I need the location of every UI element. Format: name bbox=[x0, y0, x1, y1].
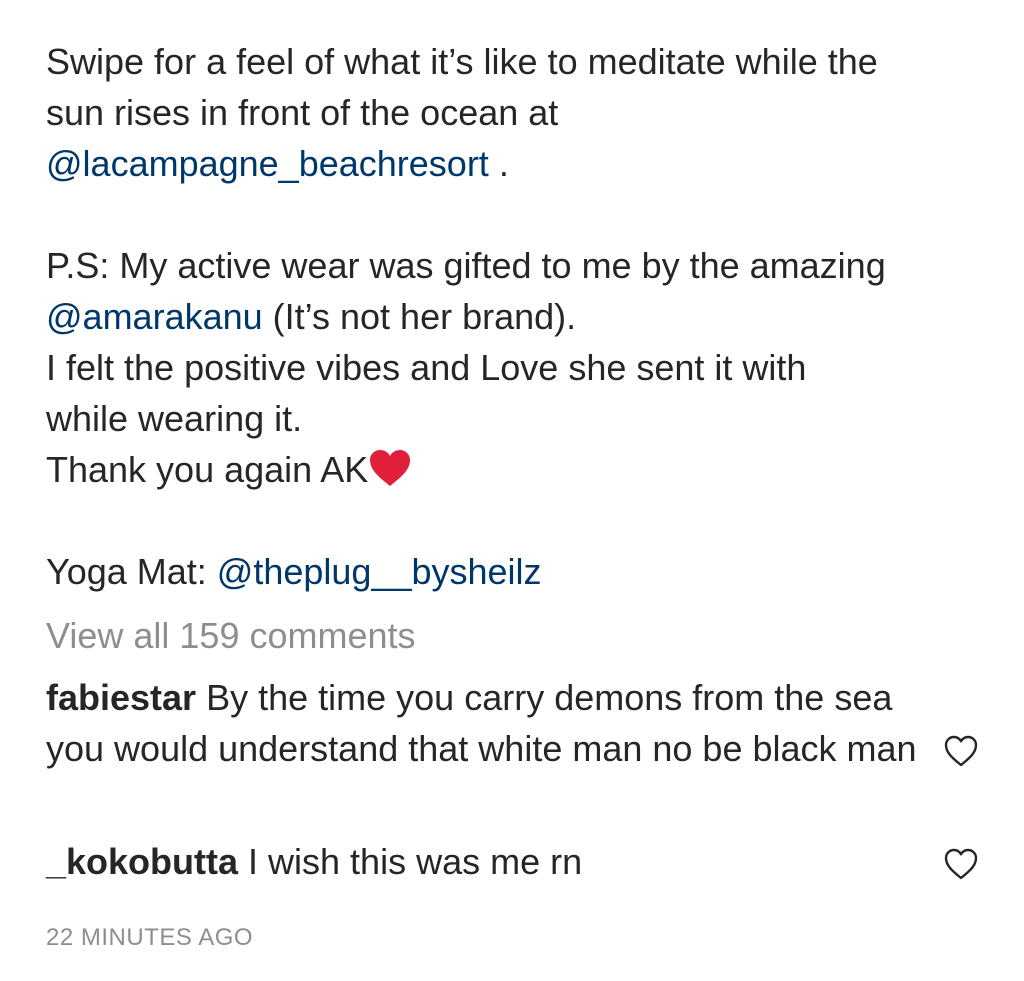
comment-username[interactable]: _kokobutta bbox=[46, 841, 238, 882]
heart-outline-icon[interactable] bbox=[943, 847, 979, 881]
caption-line: @lacampagne_beachresort . bbox=[46, 138, 996, 189]
caption-line: sun rises in front of the ocean at bbox=[46, 92, 559, 133]
caption-line: Swipe for a feel of what it’s like to me… bbox=[46, 41, 878, 82]
view-all-comments-link[interactable]: View all 159 comments bbox=[46, 612, 416, 660]
red-heart-emoji-icon bbox=[370, 450, 411, 486]
mention-link-amarakanu[interactable]: @amarakanu bbox=[46, 296, 263, 337]
caption-line: I felt the positive vibes and Love she s… bbox=[46, 347, 807, 388]
caption-line: while wearing it. bbox=[46, 398, 303, 439]
caption-text: . bbox=[488, 143, 509, 184]
caption-text: Yoga Mat: bbox=[46, 551, 217, 592]
comment-item: _kokobutta I wish this was me rn bbox=[46, 836, 926, 887]
caption-line: @amarakanu (It’s not her brand). bbox=[46, 291, 996, 342]
post-timestamp: 22 MINUTES AGO bbox=[46, 924, 254, 951]
caption-line: Yoga Mat: @theplug__bysheilz bbox=[46, 546, 996, 597]
comment-item: fabiestar By the time you carry demons f… bbox=[46, 672, 926, 774]
mention-link-theplug[interactable]: @theplug__bysheilz bbox=[217, 551, 542, 592]
post-caption: Swipe for a feel of what it’s like to me… bbox=[46, 36, 996, 597]
caption-text: Thank you again AK bbox=[46, 449, 369, 490]
caption-text: (It’s not her brand). bbox=[262, 296, 577, 337]
mention-link-lacampagne[interactable]: @lacampagne_beachresort bbox=[46, 143, 489, 184]
heart-outline-icon[interactable] bbox=[943, 734, 979, 768]
comment-text: I wish this was me rn bbox=[238, 841, 583, 882]
caption-line: Thank you again AK bbox=[46, 444, 996, 495]
post-caption-view: Swipe for a feel of what it’s like to me… bbox=[0, 0, 1024, 981]
comment-username[interactable]: fabiestar bbox=[46, 677, 196, 718]
caption-line: P.S: My active wear was gifted to me by … bbox=[46, 245, 886, 286]
